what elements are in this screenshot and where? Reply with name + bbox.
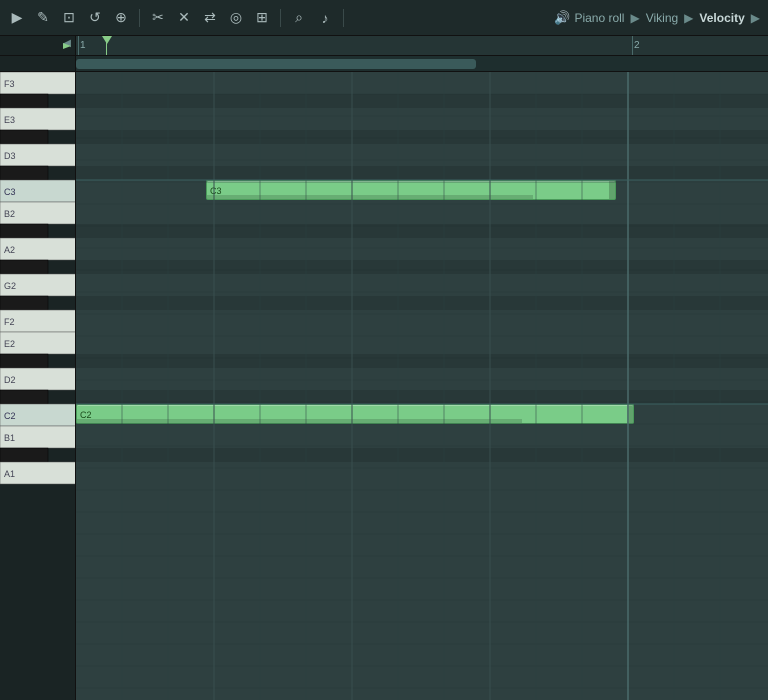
- sep3: [343, 9, 344, 27]
- speaker-breadcrumb-icon: 🔊: [554, 10, 570, 26]
- scrollbar-thumb[interactable]: [76, 59, 476, 69]
- piano-svg: F3 E3 D3 C3 B2 A2: [0, 72, 76, 700]
- snap-icon[interactable]: ⊕: [110, 7, 132, 29]
- svg-text:F3: F3: [4, 79, 15, 89]
- note-c2-velocity: [77, 419, 522, 423]
- zoom-icon[interactable]: ⌕: [288, 7, 310, 29]
- sep1: [139, 9, 140, 27]
- note-c3-velocity: [207, 195, 533, 199]
- svg-text:D2: D2: [4, 375, 16, 385]
- breadcrumb: 🔊 Piano roll ▶ Viking ▶ Velocity ▶: [554, 10, 762, 26]
- cut-icon[interactable]: ✂: [147, 7, 169, 29]
- sep2: [280, 9, 281, 27]
- note-c2-resize[interactable]: [627, 405, 633, 423]
- breadcrumb-sep2: ▶: [684, 11, 693, 25]
- piano-spacer-timeline: ◀: [0, 36, 76, 55]
- timeline-header: ◀ 1 2: [0, 36, 768, 56]
- svg-text:E2: E2: [4, 339, 15, 349]
- svg-text:B2: B2: [4, 209, 15, 219]
- breadcrumb-pianoroll: Piano roll: [574, 11, 624, 25]
- flip-icon[interactable]: ⇄: [199, 7, 221, 29]
- svg-text:A2: A2: [4, 245, 15, 255]
- marker-1: 1: [78, 40, 86, 51]
- marker-2: 2: [632, 40, 640, 51]
- playhead-triangle: [102, 36, 112, 44]
- svg-text:C3: C3: [4, 187, 16, 197]
- svg-text:C2: C2: [4, 411, 16, 421]
- marker-1-line: [78, 36, 79, 55]
- grid-area[interactable]: C3 C2 // This won't execute inside SVG, …: [76, 72, 768, 700]
- piano-flag-icon: [63, 43, 71, 53]
- breadcrumb-sep3: ▶: [751, 11, 760, 25]
- breadcrumb-velocity: Velocity: [699, 11, 744, 25]
- note-c2[interactable]: C2: [76, 404, 634, 424]
- breadcrumb-sep1: ▶: [630, 11, 639, 25]
- svg-text:G2: G2: [4, 281, 16, 291]
- arrow-icon[interactable]: ▶: [6, 7, 28, 29]
- svg-text:D3: D3: [4, 151, 16, 161]
- svg-text:F2: F2: [4, 317, 15, 327]
- select-icon[interactable]: ⊡: [58, 7, 80, 29]
- scrollbar-track[interactable]: [76, 56, 768, 71]
- erase-icon[interactable]: ✕: [173, 7, 195, 29]
- svg-text:B1: B1: [4, 433, 15, 443]
- timeline-ruler[interactable]: 1 2: [76, 36, 768, 55]
- piano-keyboard: F3 E3 D3 C3 B2 A2: [0, 72, 76, 700]
- breadcrumb-viking: Viking: [646, 11, 678, 25]
- pencil-icon[interactable]: ✎: [32, 7, 54, 29]
- mute-icon[interactable]: ◎: [225, 7, 247, 29]
- svg-text:A1: A1: [4, 469, 15, 479]
- note-c3[interactable]: C3: [206, 180, 616, 200]
- expand-icon[interactable]: ⊞: [251, 7, 273, 29]
- main-area: F3 E3 D3 C3 B2 A2: [0, 72, 768, 700]
- note-c3-resize[interactable]: [609, 181, 615, 199]
- toolbar: ▶ ✎ ⊡ ↺ ⊕ ✂ ✕ ⇄ ◎ ⊞ ⌕ ♪ 🔊 Piano roll ▶ V…: [0, 0, 768, 36]
- playhead[interactable]: [106, 36, 107, 55]
- loop-icon[interactable]: ↺: [84, 7, 106, 29]
- horizontal-scrollbar[interactable]: [0, 56, 768, 72]
- marker-2-line: [632, 36, 633, 55]
- svg-text:E3: E3: [4, 115, 15, 125]
- scrollbar-piano-space: [0, 56, 76, 71]
- speaker-icon[interactable]: ♪: [314, 7, 336, 29]
